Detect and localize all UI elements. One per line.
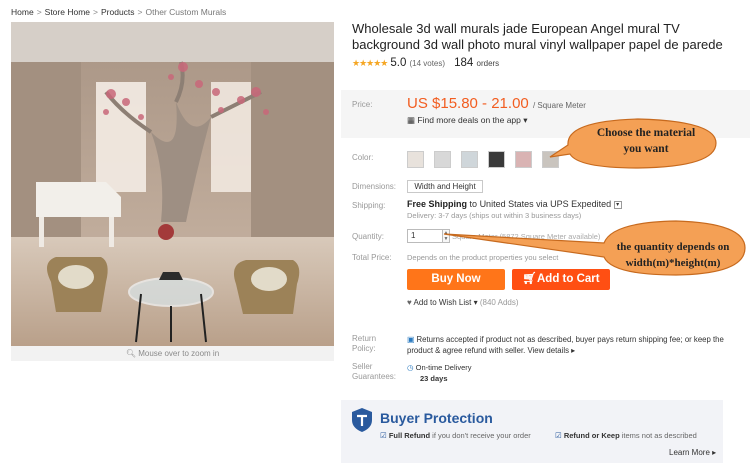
shipping-to: to: [469, 199, 478, 209]
price-range: US $15.80 - 21.00: [407, 95, 529, 112]
breadcrumb: Home > Store Home > Products > Other Custom Mu…: [11, 7, 226, 17]
app-deals-text: Find more deals on the app: [417, 115, 521, 125]
checkbox-icon: ☑: [380, 431, 387, 440]
rating-score: 5.0: [390, 57, 407, 69]
buyer-protection-title: Buyer Protection: [380, 410, 493, 426]
zoom-hint-text: Mouse over to zoom in: [138, 349, 220, 358]
breadcrumb-category[interactable]: Other Custom Murals: [146, 7, 227, 17]
swatch-fill: [462, 152, 477, 167]
shipping-dropdown-icon[interactable]: ▾: [613, 200, 622, 209]
quantity-label: Quantity:: [352, 232, 385, 241]
total-price-label: Total Price:: [352, 253, 392, 262]
color-swatch[interactable]: [434, 151, 451, 168]
seller-guarantees-label: Seller Guarantees:: [352, 362, 397, 381]
magnifier-icon: 🔍︎: [125, 349, 139, 358]
color-swatch[interactable]: [515, 151, 532, 168]
vote-count[interactable]: (14 votes): [409, 59, 445, 68]
price-unit: / Square Meter: [532, 101, 586, 110]
clock-icon: ◷: [407, 363, 414, 372]
full-refund-item: ☑ Full Refund if you don't receive your …: [380, 431, 531, 440]
color-swatch[interactable]: [461, 151, 478, 168]
ontime-delivery: On-time Delivery: [415, 363, 472, 372]
quantity-input[interactable]: 1: [407, 229, 443, 243]
callout-quantity-line1: the quantity depends on: [616, 241, 730, 253]
qr-code-icon: ▦: [407, 115, 416, 125]
callout-material-line2: you want: [623, 143, 669, 155]
add-to-wishlist-link[interactable]: Add to Wish List: [414, 298, 472, 307]
caret-down-icon: ▾: [523, 115, 528, 125]
swatch-fill: [435, 152, 450, 167]
star-rating-icon: ★★★★★: [352, 58, 388, 68]
learn-more-label: Learn More: [669, 448, 710, 457]
view-details-link[interactable]: View details: [528, 346, 569, 355]
seller-guarantee: ◷ On-time Delivery 23 days: [407, 362, 471, 384]
breadcrumb-home[interactable]: Home: [11, 7, 34, 17]
guarantee-days: 23 days: [420, 374, 448, 383]
wishlist-caret-icon: ▾: [473, 298, 478, 307]
color-swatch[interactable]: [488, 151, 505, 168]
breadcrumb-separator: >: [93, 7, 98, 17]
heart-icon: ♥: [407, 298, 412, 307]
breadcrumb-products[interactable]: Products: [101, 7, 135, 17]
chevron-right-icon: ▸: [568, 346, 576, 355]
price-label: Price:: [352, 100, 373, 109]
return-policy-label: Return Policy:: [352, 334, 377, 353]
chevron-right-icon: ▸: [712, 448, 717, 457]
return-icon: ▣: [407, 335, 415, 344]
dimensions-label: Dimensions:: [352, 182, 397, 191]
callout-quantity-text: the quantity depends on width(m)*height(…: [603, 239, 743, 271]
refund-or-keep-text: items not as described: [621, 431, 697, 440]
dimensions-option[interactable]: Width and Height: [407, 180, 483, 193]
shipping-label: Shipping:: [352, 201, 386, 210]
price-value: US $15.80 - 21.00 / Square Meter: [407, 95, 586, 112]
callout-quantity-line2: width(m)*height(m): [625, 257, 721, 269]
shield-icon: [352, 408, 372, 432]
color-label: Color:: [352, 153, 374, 162]
swatch-fill: [516, 152, 531, 167]
orders-label: orders: [476, 59, 500, 68]
refund-or-keep-title: Refund or Keep: [563, 431, 620, 440]
product-title: Wholesale 3d wall murals jade European A…: [352, 21, 723, 52]
breadcrumb-separator: >: [36, 7, 42, 17]
color-swatch[interactable]: [407, 151, 424, 168]
return-policy: ▣ Returns accepted if product not as des…: [407, 334, 745, 356]
breadcrumb-separator: >: [137, 7, 143, 17]
product-image[interactable]: [11, 22, 334, 346]
full-refund-text: if you don't receive your order: [432, 431, 531, 440]
breadcrumb-store-home[interactable]: Store Home: [45, 7, 90, 17]
free-shipping: Free Shipping: [407, 199, 468, 209]
zoom-hint: 🔍︎ Mouse over to zoom in: [11, 346, 334, 361]
callout-material-text: Choose the material you want: [576, 125, 716, 157]
wishlist-count: (840 Adds): [479, 298, 519, 307]
rating-row: ★★★★★ 5.0 (14 votes) 184 orders: [352, 57, 499, 69]
product-photo-illustration: [11, 22, 334, 346]
learn-more-link[interactable]: Learn More ▸: [669, 448, 716, 457]
shipping-info: Free Shipping to United States via UPS E…: [407, 199, 622, 209]
wishlist-row[interactable]: ♥ Add to Wish List ▾ (840 Adds): [407, 298, 519, 307]
refund-or-keep-item: ☑ Refund or Keep items not as described: [555, 431, 697, 440]
swatch-fill: [489, 152, 504, 167]
app-deals-link[interactable]: ▦ Find more deals on the app ▾: [407, 115, 528, 126]
full-refund-title: Full Refund: [388, 431, 431, 440]
shipping-destination[interactable]: United States via UPS Expedited: [480, 199, 612, 209]
checkbox-icon: ☑: [555, 431, 562, 440]
callout-material-line1: Choose the material: [596, 127, 696, 139]
orders-count: 184: [454, 57, 474, 69]
swatch-fill: [408, 152, 423, 167]
